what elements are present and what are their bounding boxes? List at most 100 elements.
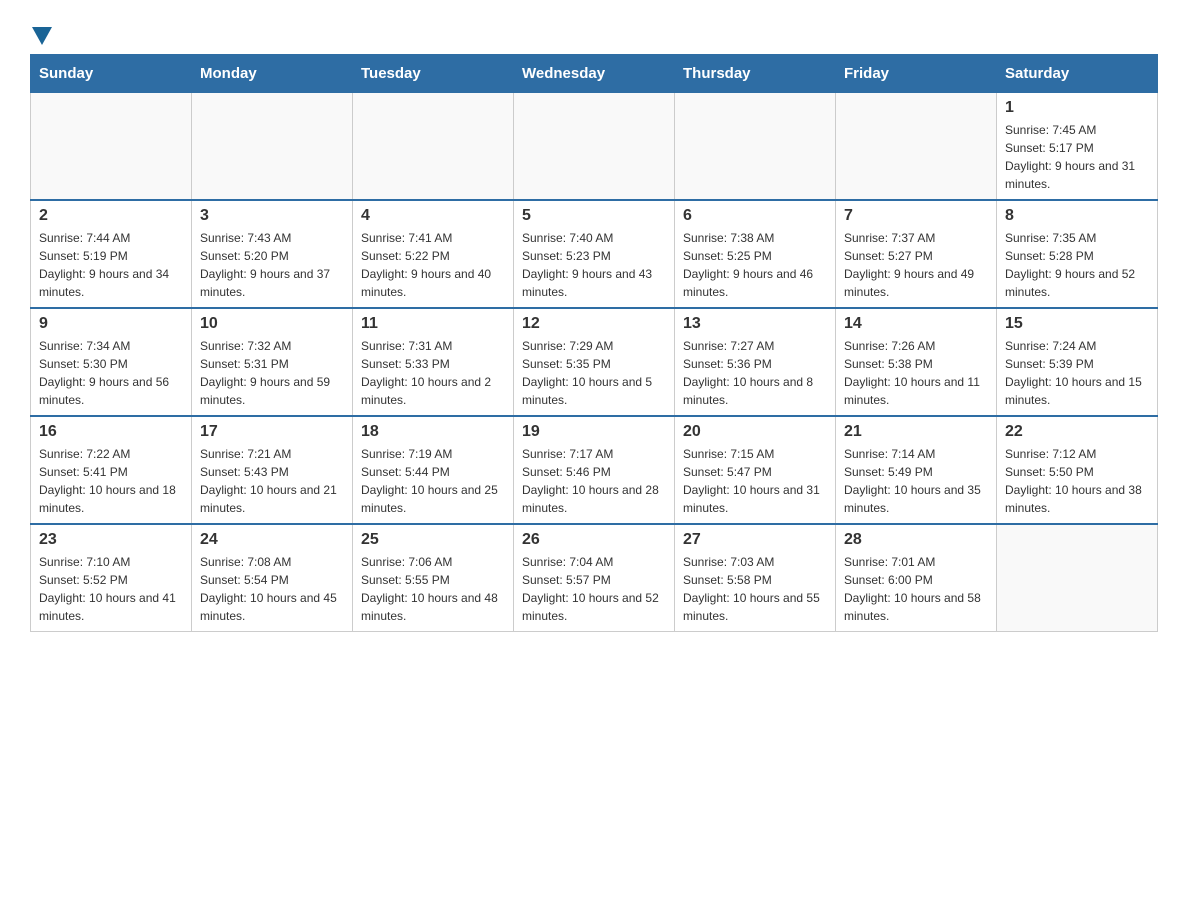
calendar-cell — [675, 93, 836, 201]
calendar-cell — [514, 93, 675, 201]
day-number: 2 — [39, 207, 183, 225]
logo — [30, 20, 54, 44]
calendar-cell: 25 Sunrise: 7:06 AMSunset: 5:55 PMDayligh… — [353, 524, 514, 632]
day-info: Sunrise: 7:14 AMSunset: 5:49 PMDaylight:… — [844, 445, 988, 517]
day-number: 6 — [683, 207, 827, 225]
calendar-cell: 28 Sunrise: 7:01 AMSunset: 6:00 PMDayligh… — [836, 524, 997, 632]
calendar-cell: 13Sunrise: 7:27 AMSunset: 5:36 PMDayligh… — [675, 308, 836, 416]
calendar-cell: 6 Sunrise: 7:38 AMSunset: 5:25 PMDaylight… — [675, 200, 836, 308]
calendar-cell: 17 Sunrise: 7:21 AMSunset: 5:43 PMDayligh… — [192, 416, 353, 524]
day-info: Sunrise: 7:21 AMSunset: 5:43 PMDaylight:… — [200, 445, 344, 517]
day-number: 28 — [844, 531, 988, 549]
day-number: 15 — [1005, 315, 1149, 333]
calendar-cell: 14 Sunrise: 7:26 AMSunset: 5:38 PMDayligh… — [836, 308, 997, 416]
weekday-header-saturday: Saturday — [997, 55, 1158, 93]
day-info: Sunrise: 7:31 AMSunset: 5:33 PMDaylight:… — [361, 337, 505, 409]
calendar-cell — [997, 524, 1158, 632]
day-number: 22 — [1005, 423, 1149, 441]
page-header — [30, 20, 1158, 44]
day-number: 23 — [39, 531, 183, 549]
day-info: Sunrise: 7:26 AMSunset: 5:38 PMDaylight:… — [844, 337, 988, 409]
calendar-cell: 19 Sunrise: 7:17 AMSunset: 5:46 PMDayligh… — [514, 416, 675, 524]
calendar-cell — [31, 93, 192, 201]
day-number: 27 — [683, 531, 827, 549]
day-number: 14 — [844, 315, 988, 333]
weekday-header-thursday: Thursday — [675, 55, 836, 93]
calendar-cell: 8 Sunrise: 7:35 AMSunset: 5:28 PMDaylight… — [997, 200, 1158, 308]
day-info: Sunrise: 7:22 AMSunset: 5:41 PMDaylight:… — [39, 445, 183, 517]
calendar-week-row: 9Sunrise: 7:34 AMSunset: 5:30 PMDaylight… — [31, 308, 1158, 416]
day-info: Sunrise: 7:32 AMSunset: 5:31 PMDaylight:… — [200, 337, 344, 409]
calendar-cell: 9Sunrise: 7:34 AMSunset: 5:30 PMDaylight… — [31, 308, 192, 416]
day-number: 25 — [361, 531, 505, 549]
calendar-cell: 7 Sunrise: 7:37 AMSunset: 5:27 PMDaylight… — [836, 200, 997, 308]
day-number: 24 — [200, 531, 344, 549]
day-info: Sunrise: 7:43 AMSunset: 5:20 PMDaylight:… — [200, 229, 344, 301]
calendar-cell: 22 Sunrise: 7:12 AMSunset: 5:50 PMDayligh… — [997, 416, 1158, 524]
calendar-week-row: 1Sunrise: 7:45 AMSunset: 5:17 PMDaylight… — [31, 93, 1158, 201]
calendar-cell: 16 Sunrise: 7:22 AMSunset: 5:41 PMDayligh… — [31, 416, 192, 524]
day-info: Sunrise: 7:15 AMSunset: 5:47 PMDaylight:… — [683, 445, 827, 517]
day-number: 12 — [522, 315, 666, 333]
day-number: 1 — [1005, 99, 1149, 117]
day-info: Sunrise: 7:10 AMSunset: 5:52 PMDaylight:… — [39, 553, 183, 625]
calendar-week-row: 2 Sunrise: 7:44 AMSunset: 5:19 PMDaylight… — [31, 200, 1158, 308]
day-number: 19 — [522, 423, 666, 441]
day-info: Sunrise: 7:40 AMSunset: 5:23 PMDaylight:… — [522, 229, 666, 301]
calendar-week-row: 16 Sunrise: 7:22 AMSunset: 5:41 PMDayligh… — [31, 416, 1158, 524]
day-number: 10 — [200, 315, 344, 333]
calendar-cell: 2 Sunrise: 7:44 AMSunset: 5:19 PMDaylight… — [31, 200, 192, 308]
day-number: 11 — [361, 315, 505, 333]
weekday-header-row: SundayMondayTuesdayWednesdayThursdayFrid… — [31, 55, 1158, 93]
weekday-header-friday: Friday — [836, 55, 997, 93]
calendar-cell: 12Sunrise: 7:29 AMSunset: 5:35 PMDayligh… — [514, 308, 675, 416]
calendar-cell: 23 Sunrise: 7:10 AMSunset: 5:52 PMDayligh… — [31, 524, 192, 632]
calendar-cell: 5 Sunrise: 7:40 AMSunset: 5:23 PMDaylight… — [514, 200, 675, 308]
day-number: 20 — [683, 423, 827, 441]
day-info: Sunrise: 7:37 AMSunset: 5:27 PMDaylight:… — [844, 229, 988, 301]
day-number: 3 — [200, 207, 344, 225]
day-number: 26 — [522, 531, 666, 549]
calendar-cell: 24 Sunrise: 7:08 AMSunset: 5:54 PMDayligh… — [192, 524, 353, 632]
day-number: 8 — [1005, 207, 1149, 225]
logo-triangle-icon — [32, 27, 52, 45]
day-info: Sunrise: 7:34 AMSunset: 5:30 PMDaylight:… — [39, 337, 183, 409]
day-info: Sunrise: 7:17 AMSunset: 5:46 PMDaylight:… — [522, 445, 666, 517]
day-number: 4 — [361, 207, 505, 225]
calendar-week-row: 23 Sunrise: 7:10 AMSunset: 5:52 PMDayligh… — [31, 524, 1158, 632]
day-info: Sunrise: 7:41 AMSunset: 5:22 PMDaylight:… — [361, 229, 505, 301]
calendar-cell: 15 Sunrise: 7:24 AMSunset: 5:39 PMDayligh… — [997, 308, 1158, 416]
calendar-cell: 18Sunrise: 7:19 AMSunset: 5:44 PMDayligh… — [353, 416, 514, 524]
weekday-header-wednesday: Wednesday — [514, 55, 675, 93]
day-info: Sunrise: 7:19 AMSunset: 5:44 PMDaylight:… — [361, 445, 505, 517]
day-info: Sunrise: 7:01 AMSunset: 6:00 PMDaylight:… — [844, 553, 988, 625]
calendar-cell: 10 Sunrise: 7:32 AMSunset: 5:31 PMDayligh… — [192, 308, 353, 416]
weekday-header-tuesday: Tuesday — [353, 55, 514, 93]
day-number: 13 — [683, 315, 827, 333]
calendar-cell: 27 Sunrise: 7:03 AMSunset: 5:58 PMDayligh… — [675, 524, 836, 632]
day-info: Sunrise: 7:06 AMSunset: 5:55 PMDaylight:… — [361, 553, 505, 625]
day-info: Sunrise: 7:38 AMSunset: 5:25 PMDaylight:… — [683, 229, 827, 301]
weekday-header-sunday: Sunday — [31, 55, 192, 93]
day-number: 21 — [844, 423, 988, 441]
day-info: Sunrise: 7:03 AMSunset: 5:58 PMDaylight:… — [683, 553, 827, 625]
calendar-cell: 1Sunrise: 7:45 AMSunset: 5:17 PMDaylight… — [997, 93, 1158, 201]
day-number: 17 — [200, 423, 344, 441]
calendar-table: SundayMondayTuesdayWednesdayThursdayFrid… — [30, 54, 1158, 632]
day-number: 16 — [39, 423, 183, 441]
day-info: Sunrise: 7:24 AMSunset: 5:39 PMDaylight:… — [1005, 337, 1149, 409]
day-info: Sunrise: 7:44 AMSunset: 5:19 PMDaylight:… — [39, 229, 183, 301]
calendar-cell: 4 Sunrise: 7:41 AMSunset: 5:22 PMDaylight… — [353, 200, 514, 308]
day-info: Sunrise: 7:35 AMSunset: 5:28 PMDaylight:… — [1005, 229, 1149, 301]
calendar-cell: 11 Sunrise: 7:31 AMSunset: 5:33 PMDayligh… — [353, 308, 514, 416]
calendar-cell — [353, 93, 514, 201]
calendar-cell: 21 Sunrise: 7:14 AMSunset: 5:49 PMDayligh… — [836, 416, 997, 524]
day-info: Sunrise: 7:12 AMSunset: 5:50 PMDaylight:… — [1005, 445, 1149, 517]
weekday-header-monday: Monday — [192, 55, 353, 93]
calendar-cell: 20 Sunrise: 7:15 AMSunset: 5:47 PMDayligh… — [675, 416, 836, 524]
day-number: 5 — [522, 207, 666, 225]
calendar-cell — [836, 93, 997, 201]
day-info: Sunrise: 7:08 AMSunset: 5:54 PMDaylight:… — [200, 553, 344, 625]
calendar-cell — [192, 93, 353, 201]
day-number: 7 — [844, 207, 988, 225]
